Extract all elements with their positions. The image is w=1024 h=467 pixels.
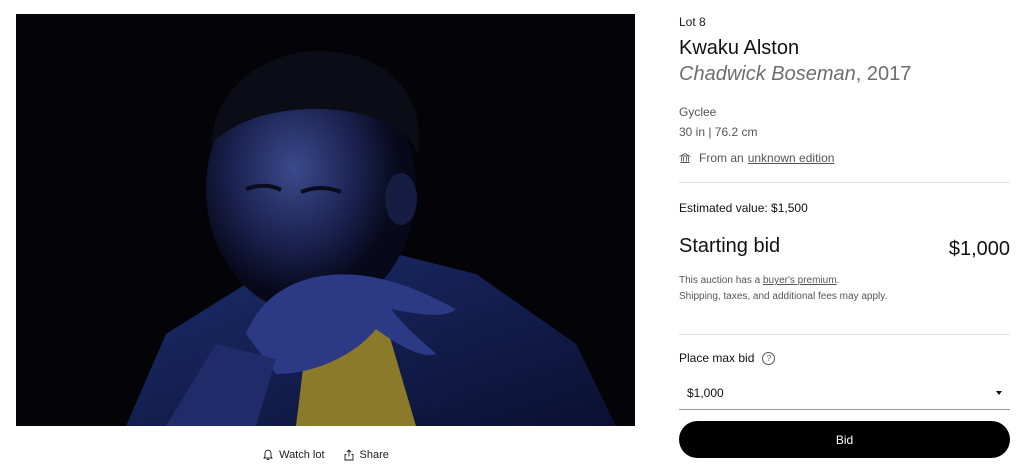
estimated-value: Estimated value: $1,500 xyxy=(679,201,808,215)
premium-prefix: This auction has a xyxy=(679,275,761,286)
artwork-actions: Watch lot Share xyxy=(16,449,635,461)
bid-button[interactable]: Bid xyxy=(679,421,1010,458)
divider xyxy=(679,334,1010,335)
max-bid-label-row: Place max bid ? xyxy=(679,351,776,365)
artwork-image[interactable] xyxy=(16,14,635,426)
starting-bid-label: Starting bid xyxy=(679,235,781,257)
artwork-dimensions: 30 in | 76.2 cm xyxy=(679,125,758,139)
divider xyxy=(679,182,1010,183)
bell-icon xyxy=(263,449,273,461)
share-icon xyxy=(344,449,353,461)
share-button[interactable]: Share xyxy=(343,449,389,461)
share-label: Share xyxy=(359,449,389,461)
starting-bid-amount: $1,000 xyxy=(948,238,1010,260)
artwork-title-line: Chadwick Boseman, 2017 xyxy=(679,63,911,86)
premium-note: This auction has a buyer's premium. xyxy=(679,273,887,289)
premium-suffix: . xyxy=(836,275,840,286)
buyers-premium-link[interactable]: buyer's premium xyxy=(763,275,837,286)
institution-icon xyxy=(679,152,691,163)
max-bid-value: $1,000 xyxy=(687,385,724,400)
watch-lot-button[interactable]: Watch lot xyxy=(262,449,325,461)
edition-info: From an unknown edition xyxy=(679,151,834,165)
artwork-title: Chadwick Boseman xyxy=(679,63,856,85)
lot-number: Lot 8 xyxy=(679,15,706,29)
fees-note: This auction has a buyer's premium. Ship… xyxy=(679,273,887,305)
max-bid-label: Place max bid xyxy=(679,351,755,365)
edition-link[interactable]: unknown edition xyxy=(748,151,835,165)
chevron-down-icon xyxy=(996,390,1002,395)
help-circle-icon[interactable]: ? xyxy=(762,351,776,365)
watch-lot-label: Watch lot xyxy=(279,449,325,461)
edition-prefix: From an xyxy=(699,151,744,165)
max-bid-select[interactable]: $1,000 xyxy=(679,376,1010,410)
artist-name[interactable]: Kwaku Alston xyxy=(679,37,799,60)
portrait-photo xyxy=(16,14,635,426)
artwork-year: , 2017 xyxy=(855,63,912,85)
artwork-medium: Gyclee xyxy=(679,105,717,119)
additional-fees-note: Shipping, taxes, and additional fees may… xyxy=(679,291,888,302)
